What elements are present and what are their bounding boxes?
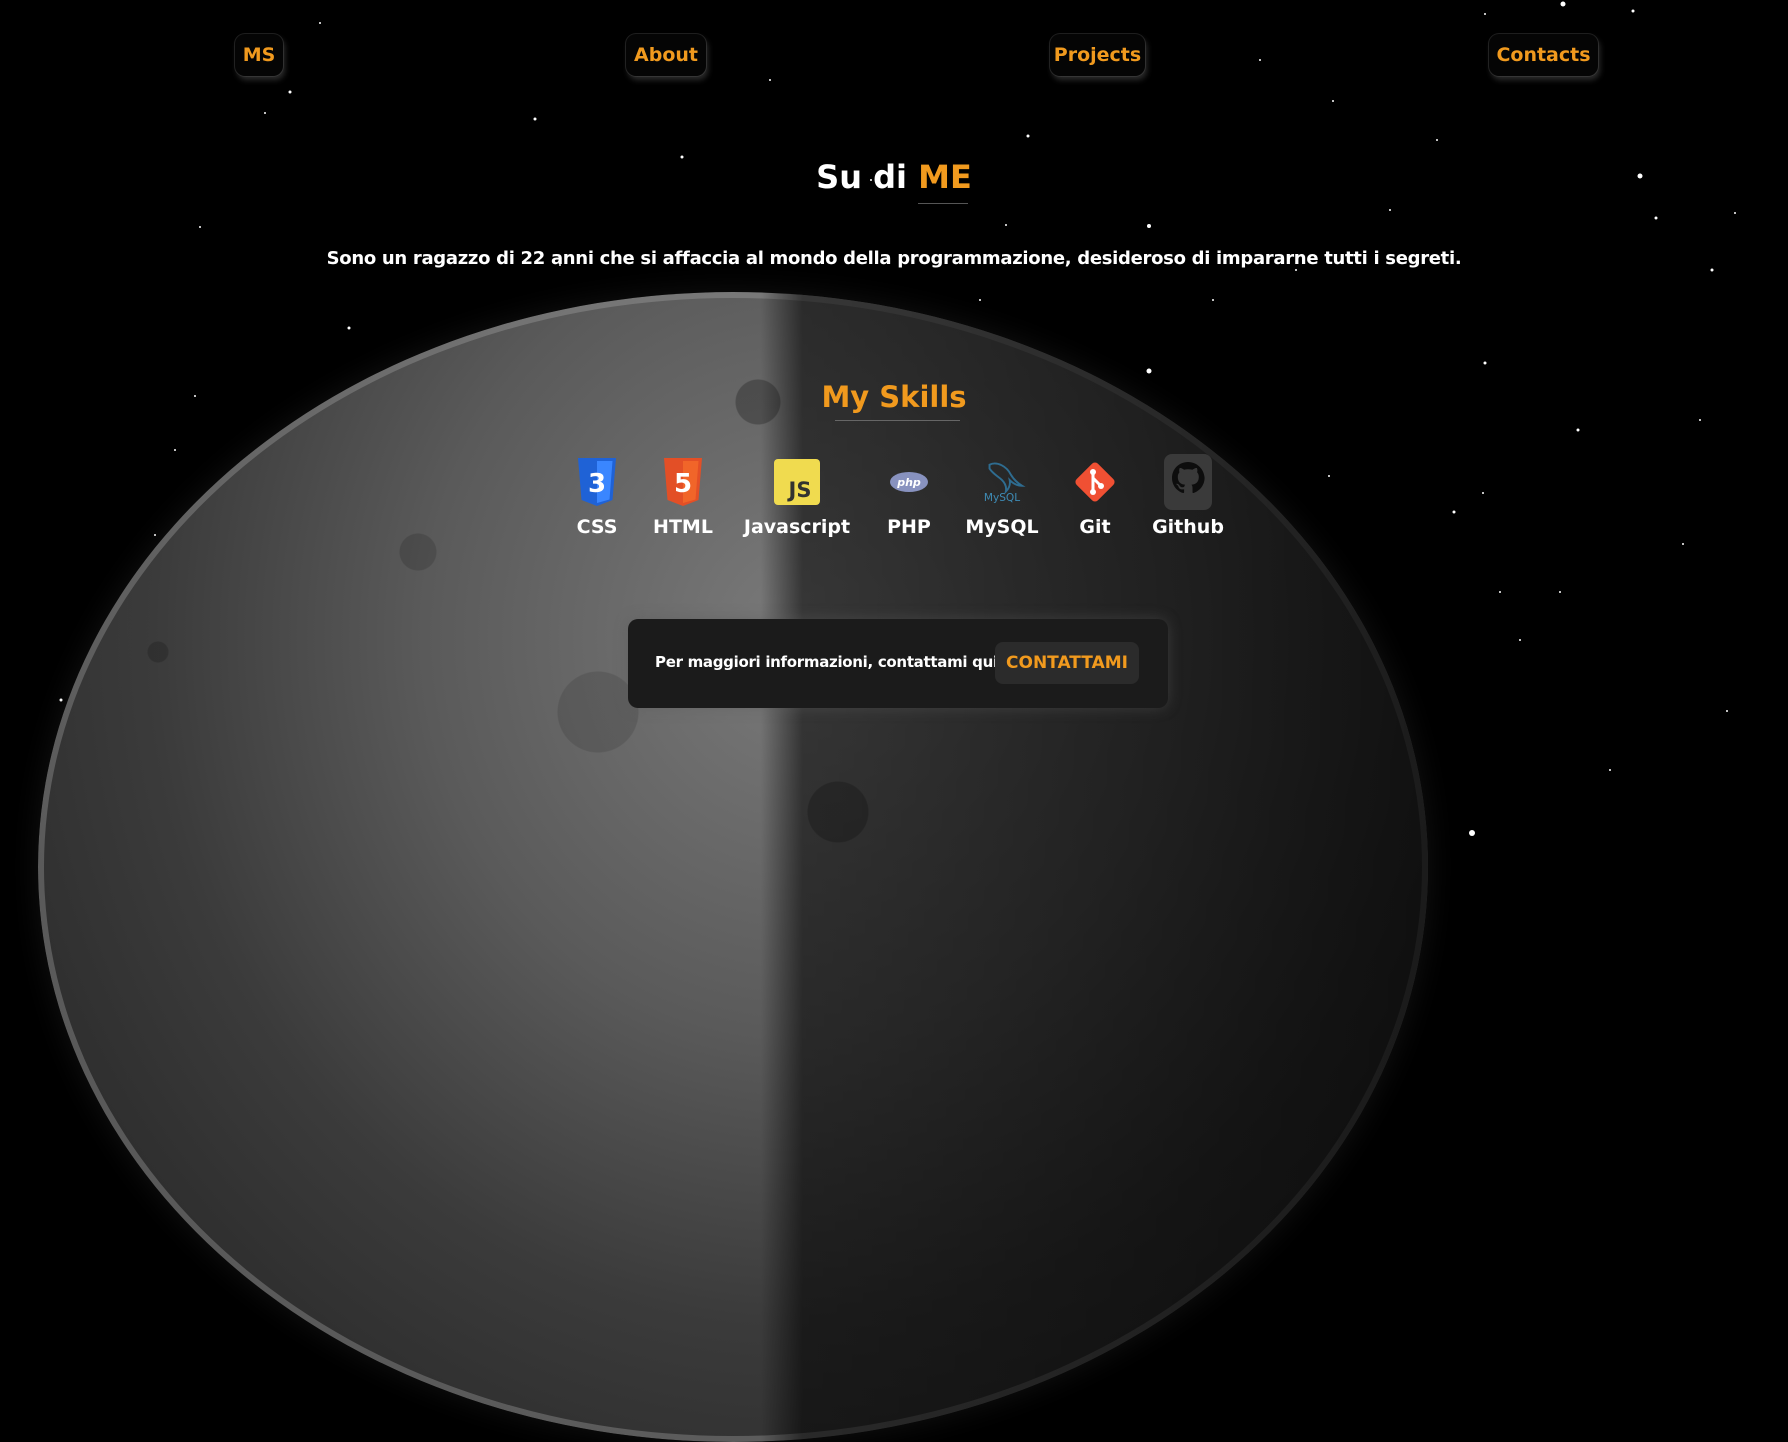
skill-label-css: CSS xyxy=(576,516,618,538)
html5-icon: 5 xyxy=(659,458,707,506)
css3-icon: 3 xyxy=(573,458,621,506)
about-title-accent: ME xyxy=(918,158,972,196)
nav-logo-ms[interactable]: MS xyxy=(235,34,283,76)
github-icon xyxy=(1164,454,1212,510)
svg-text:php: php xyxy=(896,476,921,489)
mysql-icon: MySQL xyxy=(978,458,1026,506)
nav-item-contacts[interactable]: Contacts xyxy=(1489,34,1598,76)
skill-github: Github xyxy=(1128,454,1248,538)
skill-html: 5 HTML xyxy=(623,458,743,538)
about-title-prefix: Su di xyxy=(816,158,907,196)
skill-label-html: HTML xyxy=(653,516,713,538)
contact-prompt-text: Per maggiori informazioni, contattami qu… xyxy=(655,653,1004,671)
skills-title: My Skills xyxy=(821,380,967,414)
svg-text:3: 3 xyxy=(588,469,606,499)
skills-list: 3 CSS 5 HTML JS Javascript php PHP MySQL… xyxy=(0,454,1788,548)
javascript-icon: JS xyxy=(773,458,821,506)
about-intro-text: Sono un ragazzo di 22 anni che si affacc… xyxy=(326,248,1462,269)
php-icon: php xyxy=(885,458,933,506)
svg-text:5: 5 xyxy=(674,469,692,499)
skill-label-git: Git xyxy=(1079,516,1111,538)
contact-card: Per maggiori informazioni, contattami qu… xyxy=(628,619,1168,708)
skill-label-mysql: MySQL xyxy=(965,516,1039,538)
skill-label-javascript: Javascript xyxy=(743,516,851,538)
skill-label-php: PHP xyxy=(887,516,931,538)
contact-me-button[interactable]: CONTATTAMI xyxy=(995,642,1139,684)
skills-title-underline xyxy=(835,420,960,421)
about-title-underline xyxy=(918,203,968,204)
nav-item-projects[interactable]: Projects xyxy=(1050,34,1145,76)
nav-item-about[interactable]: About xyxy=(626,34,706,76)
about-title: Su di ME xyxy=(0,158,1788,196)
top-nav: MS About Projects Contacts xyxy=(0,34,1788,78)
git-icon xyxy=(1071,458,1119,506)
skill-label-github: Github xyxy=(1152,516,1224,538)
skill-javascript: JS Javascript xyxy=(737,458,857,538)
svg-text:MySQL: MySQL xyxy=(984,492,1020,504)
svg-text:JS: JS xyxy=(787,478,812,502)
